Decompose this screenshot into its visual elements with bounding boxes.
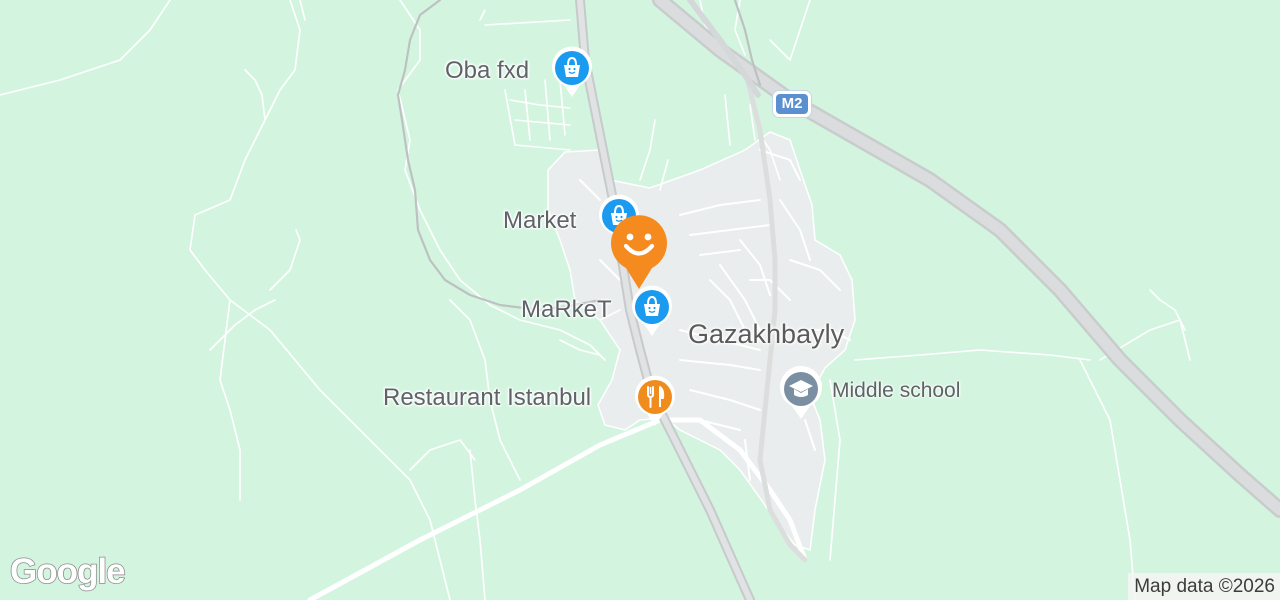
google-logo[interactable]: Google [9,553,126,590]
poi-label-restaurant-istanbul[interactable]: Restaurant Istanbul [383,386,591,410]
shopping-bag-icon [552,46,592,97]
poi-marker-restaurant-istanbul[interactable] [633,374,677,433]
highway-shield-m2: M2 [773,91,811,117]
smiley-icon [611,215,667,289]
graduation-cap-icon [780,366,822,419]
poi-marker-oba-fxd[interactable] [550,45,594,104]
poi-label-market[interactable]: Market [503,209,576,233]
poi-marker-market-2[interactable] [630,284,674,343]
poi-marker-middle-school[interactable] [778,365,824,426]
poi-label-middle-school[interactable]: Middle school [832,380,960,401]
poi-label-market-2[interactable]: MaRkeT [521,298,612,322]
highway-shield-label: M2 [776,94,808,114]
fork-knife-icon [635,375,675,426]
map-attribution[interactable]: Map data ©2026 [1128,573,1280,600]
poi-label-oba-fxd[interactable]: Oba fxd [445,59,529,83]
map-canvas[interactable]: M2 Gazakhbayly Oba fxd Market MaRkeT Res… [0,0,1280,600]
town-label[interactable]: Gazakhbayly [688,321,844,348]
shopping-bag-icon [632,285,672,336]
